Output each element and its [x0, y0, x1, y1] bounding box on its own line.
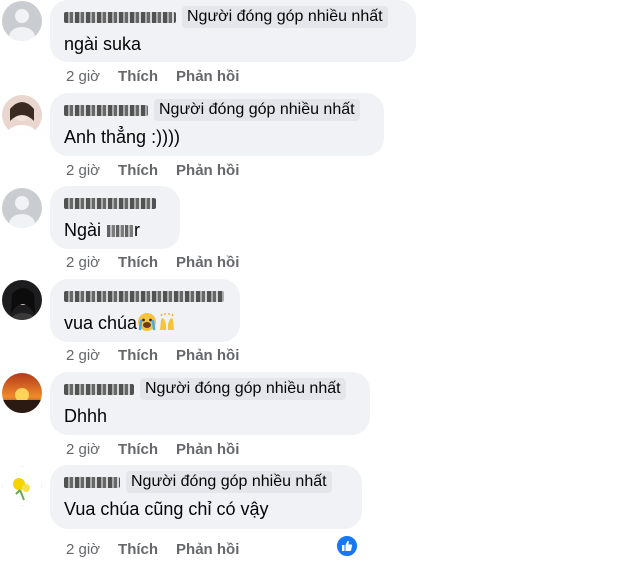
- reply-button[interactable]: Phản hồi: [176, 441, 239, 458]
- like-button[interactable]: Thích: [118, 162, 158, 179]
- raised-hands-emoji: [157, 312, 177, 338]
- flower-avatar-icon[interactable]: [2, 466, 42, 506]
- comment-timestamp[interactable]: 2 giờ: [66, 162, 100, 179]
- author-name[interactable]: [64, 11, 176, 23]
- comment-bubble: vua chúa: [50, 279, 240, 342]
- like-button[interactable]: Thích: [118, 347, 158, 364]
- like-reaction-icon[interactable]: [336, 535, 358, 557]
- author-name[interactable]: [64, 383, 134, 395]
- reply-button[interactable]: Phản hồi: [176, 254, 239, 271]
- comment-text: Vua chúa cũng chỉ có vậy: [64, 499, 269, 519]
- comment-text: vua chúa: [64, 311, 226, 338]
- photo-avatar-icon[interactable]: [2, 95, 42, 135]
- author-name[interactable]: [64, 104, 148, 116]
- default-avatar-icon[interactable]: [2, 1, 42, 41]
- comment-text: Dhhh: [64, 406, 108, 426]
- author-name[interactable]: [64, 197, 156, 209]
- reply-button[interactable]: Phản hồi: [176, 541, 239, 558]
- like-button[interactable]: Thích: [118, 441, 158, 458]
- reply-button[interactable]: Phản hồi: [176, 162, 239, 179]
- reply-button[interactable]: Phản hồi: [176, 68, 239, 85]
- top-contributor-badge: Người đóng góp nhiều nhất: [126, 471, 332, 493]
- reply-button[interactable]: Phản hồi: [176, 347, 239, 364]
- comment-timestamp[interactable]: 2 giờ: [66, 254, 100, 271]
- comment-text: Ngài r: [64, 220, 141, 240]
- comment-text: ngài suka: [64, 34, 142, 54]
- top-contributor-badge: Người đóng góp nhiều nhất: [154, 99, 360, 121]
- comment-timestamp[interactable]: 2 giờ: [66, 441, 100, 458]
- comment-timestamp[interactable]: 2 giờ: [66, 347, 100, 364]
- comment-timestamp[interactable]: 2 giờ: [66, 541, 100, 558]
- like-button[interactable]: Thích: [118, 68, 158, 85]
- redacted-text: [107, 225, 134, 238]
- like-button[interactable]: Thích: [118, 254, 158, 271]
- comment-bubble: Người đóng góp nhiều nhất Vua chúa cũng …: [50, 465, 362, 529]
- comment-bubble: Người đóng góp nhiều nhất ngài suka: [50, 0, 416, 62]
- like-button[interactable]: Thích: [118, 541, 158, 558]
- top-contributor-badge: Người đóng góp nhiều nhất: [182, 6, 388, 28]
- default-avatar-icon[interactable]: [2, 188, 42, 228]
- photo-avatar-icon[interactable]: [2, 280, 42, 320]
- comment-bubble: Người đóng góp nhiều nhất Anh thẳng :)))…: [50, 93, 384, 156]
- crying-face-emoji: [137, 312, 157, 338]
- comment-bubble: Ngài r: [50, 186, 180, 249]
- comment-timestamp[interactable]: 2 giờ: [66, 68, 100, 85]
- sunset-avatar-icon[interactable]: [2, 373, 42, 413]
- author-name[interactable]: [64, 476, 120, 488]
- author-name[interactable]: [64, 290, 224, 302]
- comment-text: Anh thẳng :)))): [64, 127, 181, 147]
- comment-bubble: Người đóng góp nhiều nhất Dhhh: [50, 372, 370, 435]
- top-contributor-badge: Người đóng góp nhiều nhất: [140, 378, 346, 400]
